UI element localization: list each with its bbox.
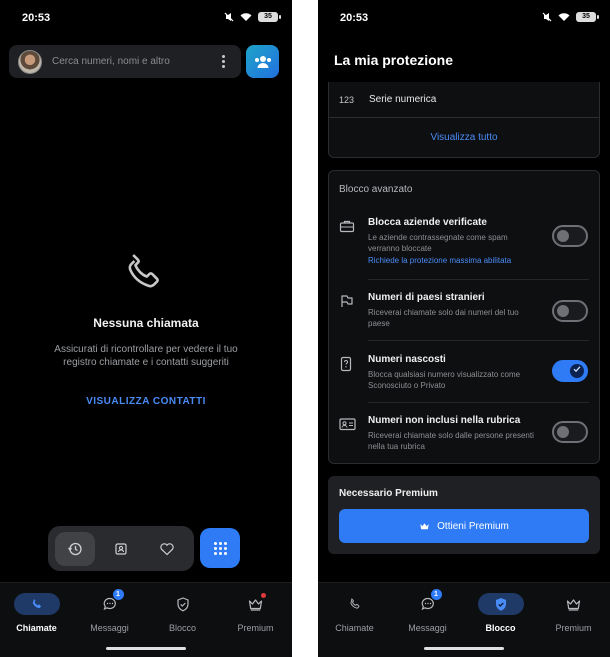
- status-bar: 20:53 35: [318, 0, 610, 36]
- nav-label-calls: Chiamate: [335, 623, 374, 633]
- toggle-hidden-numbers[interactable]: [552, 360, 588, 382]
- number-series-row[interactable]: 123 Serie numerica: [329, 82, 599, 118]
- toggle-verified-businesses[interactable]: [552, 225, 588, 247]
- bottom-nav: Chiamate 1 Messaggi Blocco Premium: [0, 582, 292, 657]
- contacts-button[interactable]: [246, 45, 279, 78]
- max-protection-link[interactable]: Richiede la protezione massima abilitata: [368, 256, 511, 265]
- phone-icon: [349, 598, 359, 609]
- message-icon: [103, 597, 116, 611]
- message-icon: [421, 597, 434, 611]
- row-description: Blocca qualsiasi numero visualizzato com…: [368, 370, 521, 390]
- search-input[interactable]: Cerca numeri, nomi e altro: [52, 56, 215, 67]
- advanced-block-card: Blocco avanzato Blocca aziende verificat…: [328, 170, 600, 464]
- battery-icon: 35: [258, 12, 281, 22]
- view-all-link[interactable]: Visualizza tutto: [329, 132, 599, 143]
- wifi-icon: [240, 13, 252, 21]
- history-icon: [68, 542, 82, 555]
- avatar[interactable]: [18, 49, 42, 74]
- battery-icon: 35: [576, 12, 599, 22]
- number-series-label: Serie numerica: [369, 94, 437, 105]
- nav-label-calls: Chiamate: [16, 623, 57, 633]
- view-contacts-link[interactable]: VISUALIZZA CONTATTI: [0, 396, 292, 407]
- dialpad-button[interactable]: [200, 528, 240, 568]
- get-premium-label: Ottieni Premium: [437, 520, 509, 532]
- nav-item-messages[interactable]: 1 Messaggi: [73, 589, 146, 633]
- people-icon: [254, 55, 271, 68]
- mute-icon: [224, 12, 234, 22]
- nav-item-block[interactable]: Blocco: [146, 593, 219, 633]
- crown-icon: [420, 522, 429, 529]
- history-button[interactable]: [55, 531, 95, 566]
- nav-label-messages: Messaggi: [90, 623, 129, 633]
- section-label: Blocco avanzato: [339, 184, 413, 195]
- bottom-nav: Chiamate 1 Messaggi Blocco Premium: [318, 582, 610, 657]
- heart-icon: [160, 542, 174, 555]
- number-series-icon: 123: [339, 94, 355, 105]
- premium-required-label: Necessario Premium: [339, 488, 438, 499]
- shield-icon: [176, 596, 189, 611]
- favorites-button[interactable]: [147, 532, 187, 566]
- home-indicator: [424, 647, 504, 650]
- nav-item-calls[interactable]: Chiamate: [0, 593, 73, 633]
- nav-item-calls[interactable]: Chiamate: [318, 593, 391, 633]
- nav-item-block[interactable]: Blocco: [464, 593, 537, 633]
- mute-icon: [542, 12, 552, 22]
- nav-item-premium[interactable]: Premium: [219, 593, 292, 633]
- status-bar: 20:53 35: [0, 0, 292, 36]
- row-title: Blocca aziende verificate: [368, 217, 487, 228]
- row-description: Le aziende contrassegnate come spam verr…: [368, 233, 508, 253]
- page-title: La mia protezione: [334, 52, 454, 68]
- nav-item-premium[interactable]: Premium: [537, 593, 610, 633]
- check-icon: [573, 366, 581, 373]
- nav-label-premium: Premium: [237, 623, 274, 633]
- nav-label-messages: Messaggi: [408, 623, 447, 633]
- shield-icon: [495, 597, 506, 611]
- get-premium-button[interactable]: Ottieni Premium: [339, 509, 589, 543]
- toggle-foreign-numbers[interactable]: [552, 300, 588, 322]
- empty-subtitle: Assicurati di ricontrollare per vedere i…: [54, 344, 238, 368]
- briefcase-icon: [339, 220, 355, 233]
- search-bar[interactable]: Cerca numeri, nomi e altro: [9, 45, 241, 78]
- call-filter-toolbar: [48, 526, 194, 571]
- home-indicator: [106, 647, 186, 650]
- more-options-icon[interactable]: [215, 55, 231, 68]
- toggle-not-in-contacts[interactable]: [552, 421, 588, 443]
- nav-label-premium: Premium: [555, 623, 592, 633]
- calls-screen: 20:53 35 Cerca numeri, nomi e altro Ness…: [0, 0, 292, 657]
- notification-dot: [260, 593, 266, 598]
- row-title: Numeri nascosti: [368, 354, 446, 365]
- phone-icon: [128, 254, 159, 288]
- dialpad-icon: [213, 541, 227, 555]
- nav-item-messages[interactable]: 1 Messaggi: [391, 589, 464, 633]
- nav-label-block: Blocco: [168, 623, 196, 633]
- contact-book-icon: [115, 542, 127, 555]
- row-title: Numeri di paesi stranieri: [368, 292, 485, 303]
- row-title: Numeri non inclusi nella rubrica: [368, 415, 521, 426]
- question-phone-icon: [340, 356, 352, 372]
- contact-card-icon: [339, 418, 356, 431]
- wifi-icon: [558, 13, 570, 21]
- row-description: Riceverai chiamate solo dai numeri del t…: [368, 308, 519, 328]
- empty-title: Nessuna chiamata: [93, 316, 199, 330]
- crown-icon: [566, 598, 581, 611]
- flag-icon: [341, 295, 353, 307]
- crown-icon: [248, 598, 263, 611]
- messages-badge: 1: [112, 589, 124, 600]
- premium-card: Necessario Premium Ottieni Premium: [328, 476, 600, 554]
- contacts-tab-button[interactable]: [101, 532, 141, 566]
- status-time: 20:53: [22, 12, 51, 24]
- status-time: 20:53: [340, 12, 369, 24]
- phone-icon: [32, 599, 41, 609]
- number-series-card: 123 Serie numerica Visualizza tutto: [328, 82, 600, 158]
- protection-screen: 20:53 35 La mia protezione 123 Serie num…: [318, 0, 610, 657]
- row-description: Riceverai chiamate solo dalle persone pr…: [368, 431, 534, 451]
- nav-label-block: Blocco: [485, 623, 516, 633]
- messages-badge: 1: [430, 589, 442, 600]
